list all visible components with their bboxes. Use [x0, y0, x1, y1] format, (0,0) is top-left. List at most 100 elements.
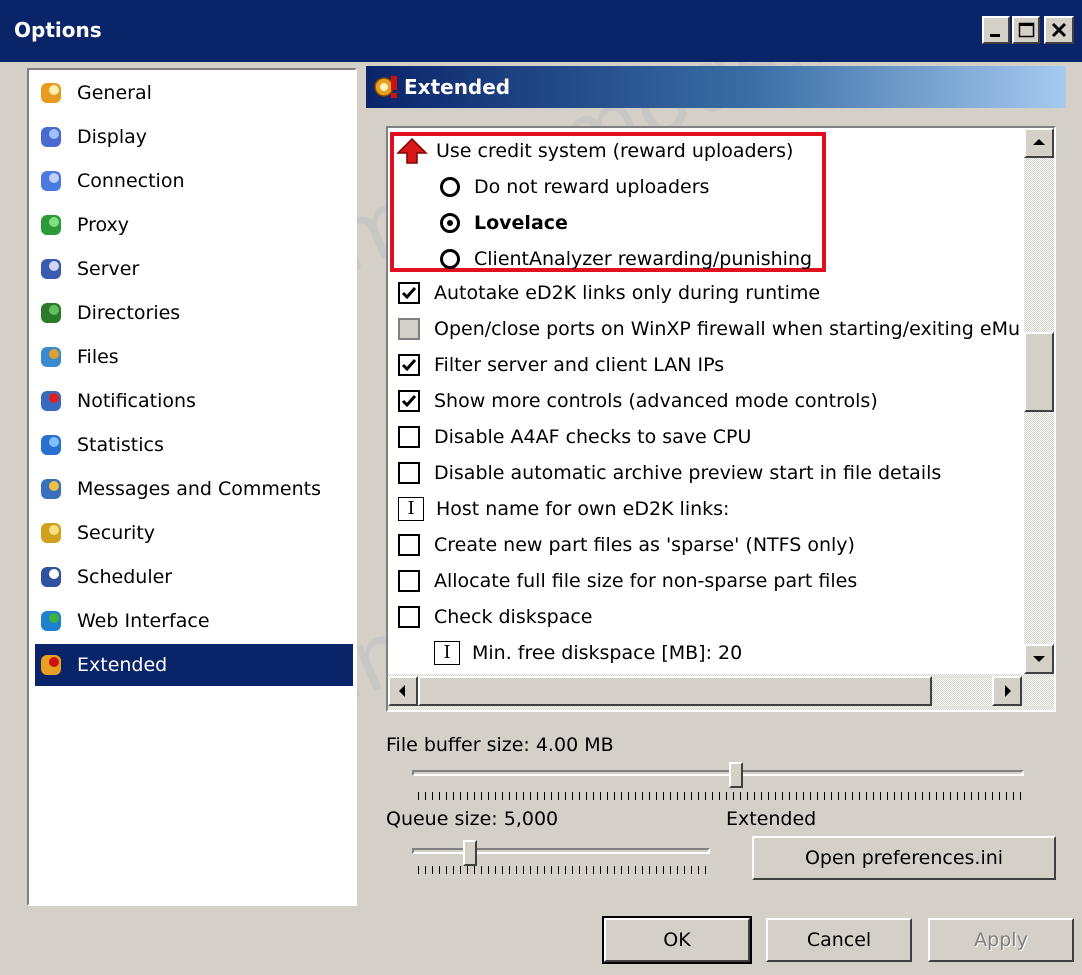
edit-field-icon[interactable]: I: [434, 641, 460, 665]
arrow-up-icon: [1033, 139, 1045, 145]
nav-item-messages-and-comments[interactable]: Messages and Comments: [35, 468, 353, 510]
nav-item-connection[interactable]: Connection: [35, 160, 353, 202]
edit-option-row[interactable]: I Host name for own eD2K links:: [398, 492, 729, 526]
proxy-icon: [41, 215, 61, 235]
checkbox-option-row[interactable]: Create new part files as 'sparse' (NTFS …: [398, 528, 855, 562]
scroll-left-button[interactable]: [388, 676, 418, 706]
vertical-scrollbar[interactable]: [1024, 128, 1054, 674]
credit-system-group[interactable]: Use credit system (reward uploaders): [396, 134, 793, 168]
radio-lovelace[interactable]: Lovelace: [440, 206, 568, 240]
checkmark-icon: [401, 287, 417, 300]
option-label: Disable A4AF checks to save CPU: [434, 426, 752, 448]
edit-option-row[interactable]: I Min. free diskspace [MB]: 20: [434, 636, 742, 670]
maximize-button[interactable]: [1012, 16, 1040, 44]
nav-item-label: Server: [77, 258, 140, 280]
nav-item-server[interactable]: Server: [35, 248, 353, 290]
credit-system-label: Use credit system (reward uploaders): [436, 140, 794, 162]
open-preferences-button[interactable]: Open preferences.ini: [752, 836, 1056, 880]
notifications-icon: [41, 391, 61, 411]
option-label: Show more controls (advanced mode contro…: [434, 390, 878, 412]
radio-label: ClientAnalyzer rewarding/punishing: [474, 248, 813, 270]
nav-item-display[interactable]: Display: [35, 116, 353, 158]
nav-item-statistics[interactable]: Statistics: [35, 424, 353, 466]
options-category-list[interactable]: General Display Connection Proxy Server Direc…: [27, 68, 357, 906]
statistics-icon: [41, 435, 61, 455]
nav-item-label: Messages and Comments: [77, 478, 321, 500]
edit-field-icon[interactable]: I: [398, 497, 424, 521]
nav-item-security[interactable]: Security: [35, 512, 353, 554]
nav-item-scheduler[interactable]: Scheduler: [35, 556, 353, 598]
nav-item-label: Notifications: [77, 390, 196, 412]
red-arrow-up-icon: [396, 137, 428, 164]
checkbox[interactable]: [398, 426, 420, 448]
nav-item-files[interactable]: Files: [35, 336, 353, 378]
queue-size-slider-thumb[interactable]: [463, 840, 478, 866]
option-label: Autotake eD2K links only during runtime: [434, 282, 821, 304]
file-buffer-slider-thumb[interactable]: [728, 762, 743, 788]
nav-item-notifications[interactable]: Notifications: [35, 380, 353, 422]
radio-label: Lovelace: [474, 212, 568, 234]
radio-button[interactable]: [440, 249, 460, 269]
minimize-button[interactable]: [982, 16, 1010, 44]
title-bar: Options: [0, 0, 1082, 62]
apply-button[interactable]: Apply: [928, 918, 1074, 962]
checkbox-option-row[interactable]: Autotake eD2K links only during runtime: [398, 276, 820, 310]
checkbox-option-row[interactable]: Allocate full file size for non-sparse p…: [398, 564, 857, 598]
option-label: Disable automatic archive preview start …: [434, 462, 942, 484]
globe-icon: [41, 611, 61, 631]
checkmark-icon: [401, 359, 417, 372]
checkbox-checked[interactable]: [398, 354, 420, 376]
horizontal-scrollbar[interactable]: [388, 674, 1054, 710]
checkbox-checked[interactable]: [398, 390, 420, 412]
checkbox-option-row[interactable]: Check diskspace: [398, 600, 592, 634]
option-label: Open/close ports on WinXP firewall when …: [434, 318, 1021, 340]
nav-item-label: Files: [77, 346, 119, 368]
radio-button[interactable]: [440, 177, 460, 197]
extended-options-tree[interactable]: Use credit system (reward uploaders) Do …: [386, 126, 1056, 712]
checkmark-icon: [401, 395, 417, 408]
files-icon: [41, 347, 61, 367]
nav-item-general[interactable]: General: [35, 72, 353, 114]
radio-button-selected[interactable]: [440, 213, 460, 233]
cancel-button[interactable]: Cancel: [766, 918, 912, 962]
connection-icon: [41, 171, 61, 191]
nav-item-label: Security: [77, 522, 156, 544]
radio-do-not-reward[interactable]: Do not reward uploaders: [440, 170, 709, 204]
extended-icon: [41, 655, 61, 675]
scroll-up-button[interactable]: [1024, 128, 1054, 158]
option-label: Allocate full file size for non-sparse p…: [434, 570, 858, 592]
checkbox[interactable]: [398, 570, 420, 592]
nav-item-web-interface[interactable]: Web Interface: [35, 600, 353, 642]
apply-label: Apply: [974, 929, 1028, 951]
nav-item-extended[interactable]: Extended: [35, 644, 353, 686]
option-label: Check diskspace: [434, 606, 593, 628]
checkbox-option-row[interactable]: Disable A4AF checks to save CPU: [398, 420, 751, 454]
arrow-left-icon: [399, 685, 405, 697]
option-label: Create new part files as 'sparse' (NTFS …: [434, 534, 855, 556]
checkbox-option-row[interactable]: Filter server and client LAN IPs: [398, 348, 724, 382]
lock-icon: [41, 523, 61, 543]
checkbox[interactable]: [398, 318, 420, 340]
slider-track: [412, 770, 1024, 776]
vertical-scroll-thumb[interactable]: [1024, 332, 1054, 412]
directories-icon: [41, 303, 61, 323]
nav-item-proxy[interactable]: Proxy: [35, 204, 353, 246]
checkbox-option-row[interactable]: Open/close ports on WinXP firewall when …: [398, 312, 1020, 346]
ok-button[interactable]: OK: [602, 916, 752, 964]
horizontal-scroll-thumb[interactable]: [418, 676, 932, 706]
checkbox-option-row[interactable]: Disable automatic archive preview start …: [398, 456, 941, 490]
messages-icon: [41, 479, 61, 499]
checkbox[interactable]: [398, 534, 420, 556]
scroll-right-button[interactable]: [992, 676, 1022, 706]
radio-clientanalyzer[interactable]: ClientAnalyzer rewarding/punishing: [440, 242, 812, 276]
checkbox[interactable]: [398, 462, 420, 484]
minimize-icon: [990, 34, 1000, 37]
extended-icon: [374, 76, 397, 98]
nav-item-directories[interactable]: Directories: [35, 292, 353, 334]
scroll-down-button[interactable]: [1024, 644, 1054, 674]
checkbox-checked[interactable]: [398, 282, 420, 304]
close-button[interactable]: [1044, 16, 1074, 44]
checkbox-option-row[interactable]: Show more controls (advanced mode contro…: [398, 384, 878, 418]
checkbox[interactable]: [398, 606, 420, 628]
maximize-icon: [1018, 22, 1035, 38]
